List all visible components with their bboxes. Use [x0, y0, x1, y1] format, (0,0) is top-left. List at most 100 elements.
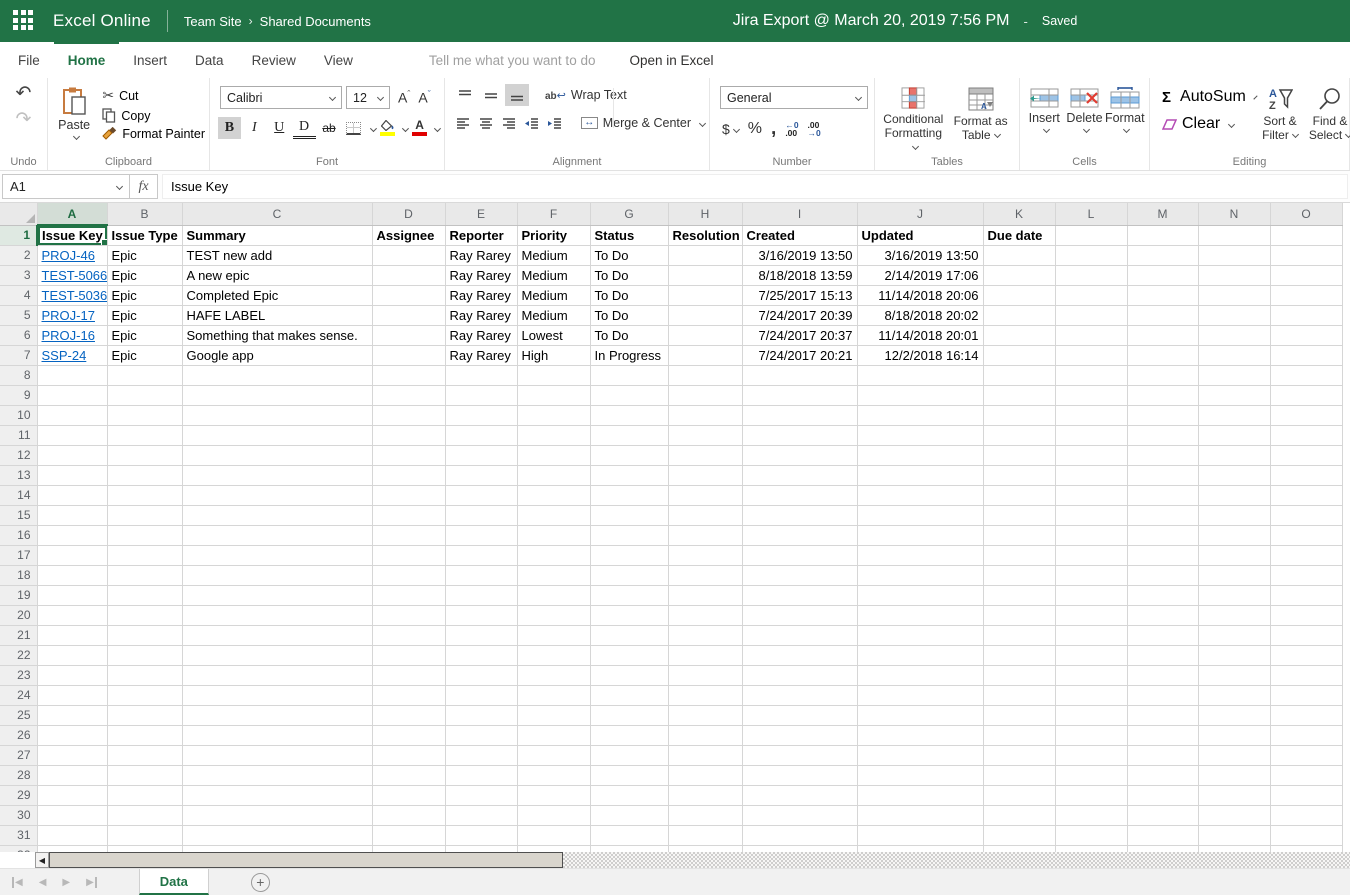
cell-K18[interactable] [983, 565, 1055, 585]
cell-J10[interactable] [857, 405, 983, 425]
row-header-26[interactable]: 26 [0, 725, 37, 745]
cell-G20[interactable] [590, 605, 668, 625]
cell-G2[interactable]: To Do [590, 245, 668, 265]
cell-H27[interactable] [668, 745, 742, 765]
cell-A20[interactable] [37, 605, 107, 625]
cell-G5[interactable]: To Do [590, 305, 668, 325]
cell-M13[interactable] [1127, 465, 1198, 485]
cell-D27[interactable] [372, 745, 445, 765]
row-header-11[interactable]: 11 [0, 425, 37, 445]
cell-G10[interactable] [590, 405, 668, 425]
format-as-table-button[interactable]: A Format as Table [948, 84, 1014, 154]
cell-K27[interactable] [983, 745, 1055, 765]
row-header-22[interactable]: 22 [0, 645, 37, 665]
column-header-K[interactable]: K [983, 203, 1055, 225]
cell-B14[interactable] [107, 485, 182, 505]
cell-C24[interactable] [182, 685, 372, 705]
find-select-button[interactable]: Find & Select [1306, 84, 1350, 154]
cell-K20[interactable] [983, 605, 1055, 625]
column-header-O[interactable]: O [1270, 203, 1342, 225]
cell-G3[interactable]: To Do [590, 265, 668, 285]
cell-G15[interactable] [590, 505, 668, 525]
cell-E7[interactable]: Ray Rarey [445, 345, 517, 365]
underline-button[interactable]: U [268, 117, 291, 139]
cell-N15[interactable] [1198, 505, 1270, 525]
cell-H19[interactable] [668, 585, 742, 605]
cell-N11[interactable] [1198, 425, 1270, 445]
cell-L8[interactable] [1055, 365, 1127, 385]
cell-M4[interactable] [1127, 285, 1198, 305]
cell-E25[interactable] [445, 705, 517, 725]
cell-K22[interactable] [983, 645, 1055, 665]
cell-K16[interactable] [983, 525, 1055, 545]
align-left-button[interactable] [453, 112, 474, 134]
cell-M25[interactable] [1127, 705, 1198, 725]
shrink-font-button[interactable]: Aˇ [418, 89, 430, 106]
cell-L26[interactable] [1055, 725, 1127, 745]
cell-O19[interactable] [1270, 585, 1342, 605]
cell-K28[interactable] [983, 765, 1055, 785]
cell-F8[interactable] [517, 365, 590, 385]
insert-function-button[interactable]: fx [130, 174, 158, 199]
row-header-17[interactable]: 17 [0, 545, 37, 565]
font-color-chevron-icon[interactable] [434, 125, 441, 132]
cell-E2[interactable]: Ray Rarey [445, 245, 517, 265]
cell-E30[interactable] [445, 805, 517, 825]
cell-N13[interactable] [1198, 465, 1270, 485]
issue-key-link[interactable]: TEST-5036 [42, 288, 108, 303]
cell-N31[interactable] [1198, 825, 1270, 845]
decrease-decimal-button[interactable]: .00→0 [808, 121, 821, 137]
cell-A6[interactable]: PROJ-16 [37, 325, 107, 345]
cell-I4[interactable]: 7/25/2017 15:13 [742, 285, 857, 305]
cell-D9[interactable] [372, 385, 445, 405]
first-sheet-icon[interactable]: ◀ [12, 877, 23, 888]
cell-F12[interactable] [517, 445, 590, 465]
cell-C1[interactable]: Summary [182, 225, 372, 245]
cell-E11[interactable] [445, 425, 517, 445]
cell-G22[interactable] [590, 645, 668, 665]
cell-N14[interactable] [1198, 485, 1270, 505]
decrease-indent-button[interactable] [521, 112, 542, 134]
cell-E6[interactable]: Ray Rarey [445, 325, 517, 345]
row-header-27[interactable]: 27 [0, 745, 37, 765]
row-header-30[interactable]: 30 [0, 805, 37, 825]
cell-N24[interactable] [1198, 685, 1270, 705]
cell-A2[interactable]: PROJ-46 [37, 245, 107, 265]
cell-N5[interactable] [1198, 305, 1270, 325]
cell-I27[interactable] [742, 745, 857, 765]
cell-K15[interactable] [983, 505, 1055, 525]
cell-A29[interactable] [37, 785, 107, 805]
cell-C3[interactable]: A new epic [182, 265, 372, 285]
cell-B20[interactable] [107, 605, 182, 625]
row-header-9[interactable]: 9 [0, 385, 37, 405]
clear-button[interactable]: Clear [1162, 115, 1254, 133]
cell-C21[interactable] [182, 625, 372, 645]
cell-E24[interactable] [445, 685, 517, 705]
previous-sheet-icon[interactable]: ◀ [39, 877, 47, 888]
cell-D5[interactable] [372, 305, 445, 325]
tab-insert[interactable]: Insert [119, 42, 181, 78]
cell-I24[interactable] [742, 685, 857, 705]
cell-F14[interactable] [517, 485, 590, 505]
cell-N20[interactable] [1198, 605, 1270, 625]
cell-I9[interactable] [742, 385, 857, 405]
cell-A17[interactable] [37, 545, 107, 565]
cell-J22[interactable] [857, 645, 983, 665]
cell-B2[interactable]: Epic [107, 245, 182, 265]
cell-D3[interactable] [372, 265, 445, 285]
cell-A31[interactable] [37, 825, 107, 845]
cell-H24[interactable] [668, 685, 742, 705]
cell-D13[interactable] [372, 465, 445, 485]
cell-I22[interactable] [742, 645, 857, 665]
cell-N2[interactable] [1198, 245, 1270, 265]
cell-B11[interactable] [107, 425, 182, 445]
cell-D23[interactable] [372, 665, 445, 685]
row-header-32[interactable]: 32 [0, 845, 37, 852]
cell-A3[interactable]: TEST-5066 [37, 265, 107, 285]
cell-E17[interactable] [445, 545, 517, 565]
cell-H16[interactable] [668, 525, 742, 545]
cell-B19[interactable] [107, 585, 182, 605]
cell-N19[interactable] [1198, 585, 1270, 605]
cell-D25[interactable] [372, 705, 445, 725]
cell-C31[interactable] [182, 825, 372, 845]
